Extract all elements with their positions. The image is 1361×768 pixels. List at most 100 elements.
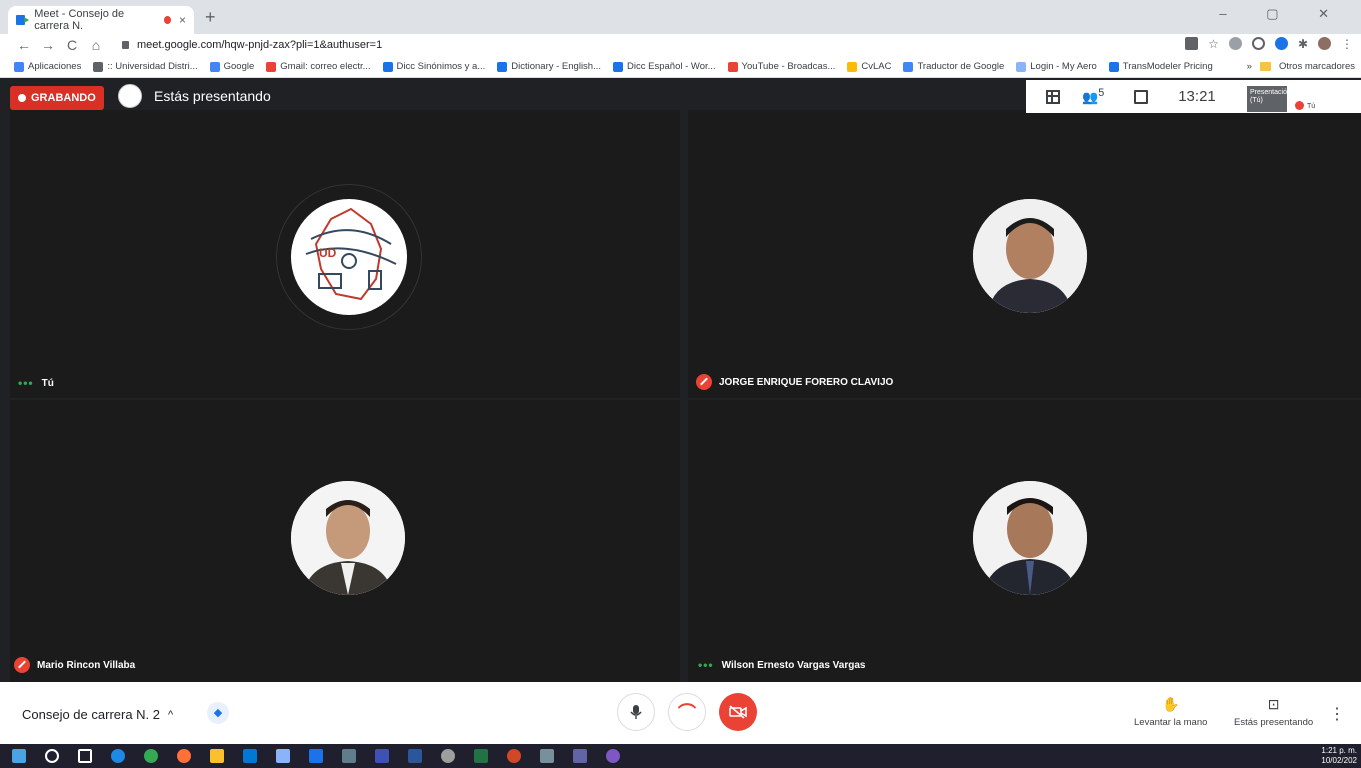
present-screen-icon: ⊡ bbox=[1267, 696, 1280, 712]
reload-button[interactable]: C bbox=[62, 37, 82, 53]
back-button[interactable]: ← bbox=[14, 37, 34, 53]
tab-close-button[interactable]: × bbox=[179, 13, 186, 27]
bookmark-item[interactable]: YouTube - Broadcas... bbox=[727, 61, 835, 72]
bookmark-item[interactable]: TransModeler Pricing bbox=[1108, 61, 1213, 72]
self-thumb-label: Tú bbox=[1307, 103, 1316, 110]
bookmark-item[interactable]: Dicc Sinónimos y a... bbox=[382, 61, 485, 72]
firefox-icon[interactable] bbox=[177, 749, 191, 763]
bookmark-favicon-icon bbox=[613, 61, 624, 72]
excel-icon[interactable] bbox=[474, 749, 488, 763]
home-button[interactable]: ⌂ bbox=[86, 37, 106, 53]
participant-avatar bbox=[973, 481, 1087, 595]
leave-call-button[interactable]: ⌒ bbox=[668, 693, 706, 731]
powerpoint-icon[interactable] bbox=[507, 749, 521, 763]
app-w-icon[interactable] bbox=[606, 749, 620, 763]
bookmark-label: Gmail: correo electr... bbox=[280, 61, 371, 72]
bookmark-item[interactable]: Login - My Aero bbox=[1016, 61, 1097, 72]
presenting-label: Estás presentando bbox=[154, 88, 271, 104]
task-view-icon[interactable] bbox=[78, 749, 92, 763]
mic-off-icon bbox=[14, 657, 30, 673]
participants-button[interactable]: 👥5 bbox=[1082, 87, 1104, 105]
hand-icon: ✋ bbox=[1161, 696, 1180, 712]
browser-tab-meet[interactable]: Meet - Consejo de carrera N. × bbox=[8, 6, 194, 34]
tray-date[interactable]: 10/02/202 bbox=[1321, 756, 1357, 765]
bookmark-label: Traductor de Google bbox=[917, 61, 1005, 72]
microphone-button[interactable] bbox=[617, 693, 655, 731]
puzzle-icon[interactable]: ✱ bbox=[1298, 37, 1308, 51]
bookmark-favicon-icon bbox=[903, 61, 914, 72]
bookmark-label: Login - My Aero bbox=[1030, 61, 1097, 72]
bookmarks-more-button[interactable]: » bbox=[1247, 61, 1252, 72]
word-icon[interactable] bbox=[408, 749, 422, 763]
bookmark-item[interactable]: :: Universidad Distri... bbox=[93, 61, 198, 72]
paint-icon[interactable] bbox=[276, 749, 290, 763]
profile-avatar-icon[interactable] bbox=[1318, 37, 1331, 50]
history-icon[interactable] bbox=[1251, 37, 1265, 50]
network-app-icon[interactable] bbox=[441, 749, 455, 763]
present-button[interactable]: ⊡ Estás presentando bbox=[1234, 696, 1313, 728]
tile-name-self: ••• Tú bbox=[18, 376, 54, 390]
security-shield-icon[interactable]: ◆ bbox=[207, 702, 229, 724]
window-controls[interactable]: – ▢ ✕ bbox=[1219, 6, 1347, 22]
chat-icon[interactable] bbox=[1134, 89, 1149, 104]
presentation-thumbnail[interactable]: Presentación (Tú) bbox=[1247, 86, 1291, 112]
text-editor-icon[interactable] bbox=[375, 749, 389, 763]
windows-start-icon[interactable] bbox=[12, 749, 26, 763]
bookmark-label: Google bbox=[223, 61, 255, 72]
forward-button[interactable]: → bbox=[38, 37, 58, 53]
present-label: Estás presentando bbox=[1234, 717, 1314, 728]
browser-menu-icon[interactable]: ⋮ bbox=[1341, 37, 1353, 51]
camera-off-button[interactable] bbox=[719, 693, 757, 731]
participant-name: Mario Rincon Villaba bbox=[37, 659, 136, 671]
mic-off-icon bbox=[696, 374, 712, 390]
self-thumbnail[interactable]: Tú bbox=[1293, 86, 1361, 112]
raise-hand-button[interactable]: ✋ Levantar la mano bbox=[1134, 696, 1207, 728]
camera-icon[interactable] bbox=[1185, 37, 1199, 50]
app-icon[interactable] bbox=[309, 749, 323, 763]
bookmark-item[interactable]: Dicc Español - Wor... bbox=[613, 61, 716, 72]
more-options-button[interactable]: ⋮ bbox=[1329, 704, 1345, 724]
tile-name-mario: Mario Rincon Villaba bbox=[14, 657, 135, 673]
bookmark-favicon-icon bbox=[727, 61, 738, 72]
other-bookmarks-button[interactable]: Otros marcadores bbox=[1279, 61, 1355, 72]
bookmark-label: Dictionary - English... bbox=[511, 61, 602, 72]
bookmark-favicon-icon bbox=[1016, 61, 1027, 72]
tools-icon[interactable] bbox=[540, 749, 554, 763]
file-explorer-icon[interactable] bbox=[210, 749, 224, 763]
system-tray: 1:21 p. m. 10/02/202 bbox=[1321, 746, 1357, 766]
chevron-up-icon: ^ bbox=[168, 708, 174, 721]
person-photo-icon bbox=[973, 199, 1087, 313]
bookmark-item[interactable]: Traductor de Google bbox=[903, 61, 1004, 72]
url-field[interactable]: meet.google.com/hqw-pnjd-zax?pli=1&authu… bbox=[122, 39, 382, 51]
bookmark-item[interactable]: Gmail: correo electr... bbox=[266, 61, 371, 72]
participant-avatar bbox=[973, 199, 1087, 313]
folder-icon bbox=[1259, 62, 1271, 71]
microphone-icon bbox=[630, 705, 642, 719]
calculator-icon[interactable] bbox=[342, 749, 356, 763]
teams-icon[interactable] bbox=[573, 749, 587, 763]
chrome-icon[interactable] bbox=[144, 749, 158, 763]
extension-icon[interactable] bbox=[1228, 37, 1242, 50]
bookmark-item[interactable]: Google bbox=[209, 61, 255, 72]
new-tab-button[interactable]: + bbox=[205, 7, 216, 28]
search-icon[interactable] bbox=[45, 749, 59, 763]
recording-label: GRABANDO bbox=[31, 92, 96, 104]
bookmark-label: TransModeler Pricing bbox=[1122, 61, 1213, 72]
grid-layout-icon[interactable] bbox=[1046, 89, 1060, 104]
bookmark-favicon-icon bbox=[497, 61, 508, 72]
tray-time[interactable]: 1:21 p. m. bbox=[1321, 746, 1357, 755]
mail-icon[interactable] bbox=[243, 749, 257, 763]
meeting-details-button[interactable]: Consejo de carrera N. 2 ^ bbox=[22, 707, 173, 722]
bookmark-item[interactable]: Dictionary - English... bbox=[497, 61, 601, 72]
tab-title: Meet - Consejo de carrera N. bbox=[34, 8, 125, 32]
bookmark-item[interactable]: CvLAC bbox=[847, 61, 891, 72]
participant-name: Tú bbox=[41, 377, 54, 389]
camera-off-icon bbox=[729, 705, 747, 719]
recording-badge: GRABANDO bbox=[10, 86, 104, 110]
bookmark-star-icon[interactable]: ☆ bbox=[1208, 37, 1219, 51]
bookmark-item[interactable]: Aplicaciones bbox=[14, 61, 81, 72]
browser-tab-bar: Meet - Consejo de carrera N. × + – ▢ ✕ bbox=[0, 0, 1361, 34]
edge-icon[interactable] bbox=[111, 749, 125, 763]
meeting-clock: 13:21 bbox=[1178, 88, 1216, 105]
check-extension-icon[interactable] bbox=[1274, 37, 1288, 50]
